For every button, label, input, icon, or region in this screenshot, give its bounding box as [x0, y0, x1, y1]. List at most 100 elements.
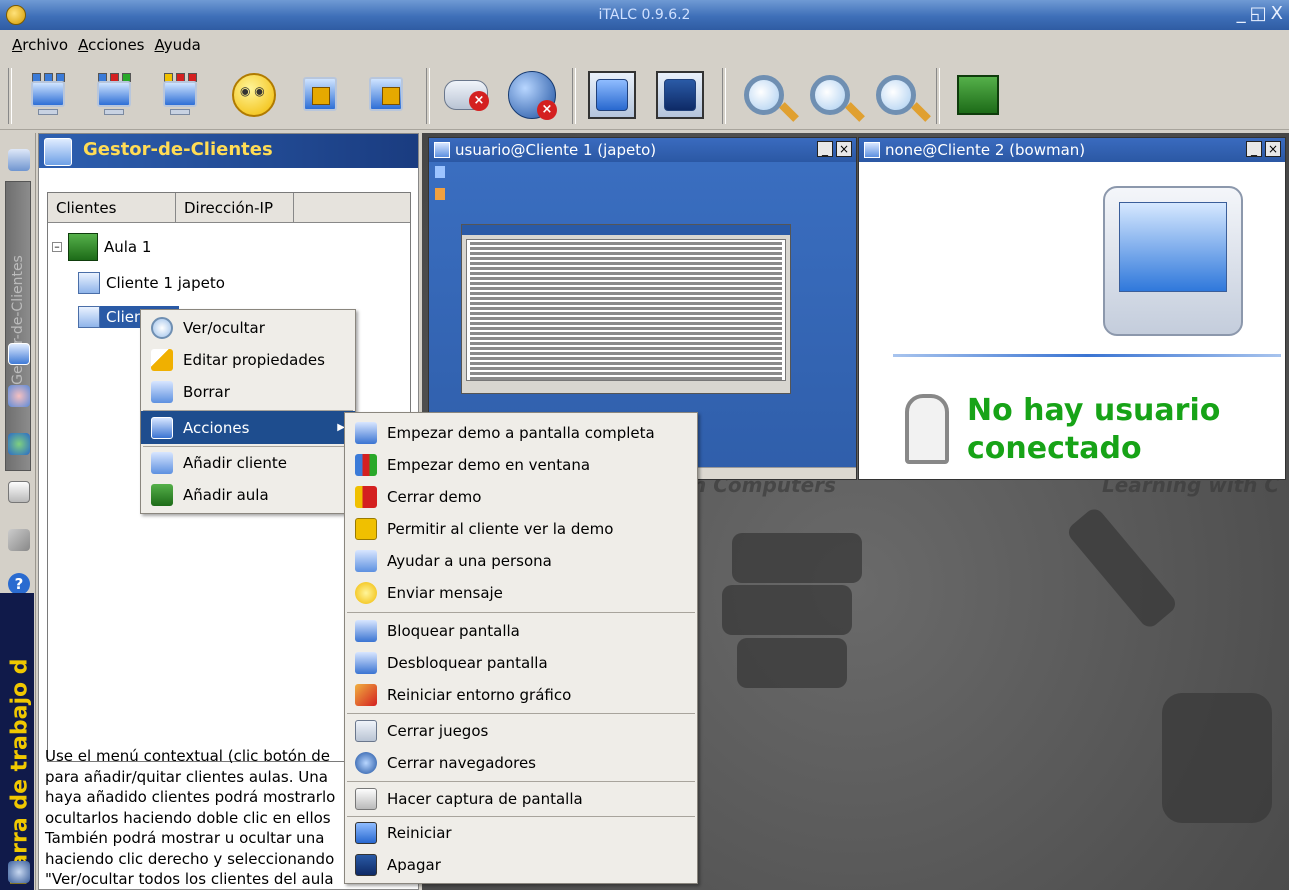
menu-item-borrar[interactable]: Borrar	[141, 376, 355, 408]
allow-demo-icon	[355, 518, 377, 540]
lock-screen-button[interactable]	[292, 66, 348, 124]
stop-demo-icon	[158, 73, 202, 117]
submenu-item-screenshot[interactable]: Hacer captura de pantalla	[345, 783, 697, 815]
menu-item-anadir-aula[interactable]: Añadir aula	[141, 479, 355, 511]
submenu-item-close-demo[interactable]: Cerrar demo	[345, 481, 697, 513]
users-icon[interactable]	[8, 385, 30, 407]
kill-games-button[interactable]: ×	[438, 66, 494, 124]
minimize-icon[interactable]: _	[817, 141, 833, 157]
toolbar: × ×	[0, 62, 1289, 130]
monitor-icon	[864, 142, 880, 158]
monitor-icon	[151, 416, 173, 439]
submenu-item-demo-window[interactable]: Empezar demo en ventana	[345, 449, 697, 481]
tree-item-cliente-1[interactable]: Cliente 1 japeto	[78, 272, 225, 294]
tools-icon[interactable]	[8, 529, 30, 551]
left-sidebar: Gestor-de-Clientes ? Barra de trabajo d	[0, 133, 36, 890]
restart-x-icon	[355, 684, 377, 706]
client-icon	[78, 272, 100, 294]
delete-icon	[151, 381, 173, 403]
client-manager-icon	[44, 138, 72, 166]
power-off-icon	[355, 854, 377, 876]
submenu-item-help-person[interactable]: Ayudar a una persona	[345, 545, 697, 577]
tab-gestor-de-clientes[interactable]: Gestor-de-Clientes	[5, 181, 31, 471]
close-icon[interactable]: ×	[836, 141, 852, 157]
zoom-out-button[interactable]	[868, 66, 924, 124]
menu-item-anadir-cliente[interactable]: Añadir cliente	[141, 447, 355, 479]
window-demo-icon	[355, 454, 377, 476]
submenu-item-reboot[interactable]: Reiniciar	[345, 817, 697, 849]
client-window-2-titlebar[interactable]: none@Cliente 2 (bowman) _ ×	[859, 138, 1285, 162]
keys-icon	[905, 394, 949, 464]
fullscreen-demo-icon	[26, 73, 70, 117]
submenu-item-restart-x[interactable]: Reiniciar entorno gráfico	[345, 679, 697, 711]
kill-browsers-icon: ×	[508, 71, 557, 120]
maximize-button[interactable]: ◱	[1250, 4, 1267, 24]
minimize-icon[interactable]: _	[1246, 141, 1262, 157]
menu-archivo[interactable]: Archivo	[12, 36, 68, 54]
lock-screen-icon	[298, 73, 342, 117]
menu-item-editar-propiedades[interactable]: Editar propiedades	[141, 344, 355, 376]
overview-button[interactable]	[736, 66, 792, 124]
column-clientes[interactable]: Clientes	[48, 193, 176, 222]
menu-bar: Archivo Acciones Ayuda	[0, 30, 1289, 60]
close-button[interactable]: X	[1271, 4, 1283, 24]
classroom-icon	[957, 75, 999, 115]
submenu-item-power-off[interactable]: Apagar	[345, 849, 697, 881]
submenu-item-allow-demo[interactable]: Permitir al cliente ver la demo	[345, 513, 697, 545]
unlock-screen-button[interactable]	[358, 66, 414, 124]
context-menu: Ver/ocultar Editar propiedades Borrar Ac…	[140, 309, 356, 514]
stop-demo-icon	[355, 486, 377, 508]
edit-pencil-icon	[151, 349, 173, 371]
globe-icon	[355, 752, 377, 774]
submenu-item-lock[interactable]: Bloquear pantalla	[345, 615, 697, 647]
monitor-magnifier-icon	[1103, 186, 1243, 336]
window-demo-button[interactable]	[86, 66, 142, 124]
column-ip[interactable]: Dirección-IP	[176, 193, 294, 222]
lock-icon	[355, 620, 377, 642]
workbar-icon[interactable]	[8, 861, 30, 883]
camera-icon[interactable]	[8, 481, 30, 503]
menu-item-ver-ocultar[interactable]: Ver/ocultar	[141, 312, 355, 344]
zoom-in-button[interactable]	[802, 66, 858, 124]
send-message-button[interactable]	[226, 66, 282, 124]
actions-submenu: Empezar demo a pantalla completa Empezar…	[344, 412, 698, 884]
chat-icon[interactable]	[8, 433, 30, 455]
menu-item-acciones[interactable]: Acciones ▶	[141, 411, 355, 444]
panel-title: Gestor-de-Clientes	[39, 134, 418, 168]
submenu-item-send-message[interactable]: Enviar mensaje	[345, 577, 697, 609]
books-graphic	[732, 533, 862, 583]
add-classroom-icon	[151, 484, 173, 506]
menu-acciones[interactable]: Acciones	[78, 36, 144, 54]
monitor-icon	[434, 142, 450, 158]
client-window-2[interactable]: none@Cliente 2 (bowman) _ × No hay usuari…	[858, 137, 1286, 480]
overview-icon	[744, 75, 784, 115]
minimize-button[interactable]: _	[1237, 4, 1246, 24]
fullscreen-demo-icon	[355, 422, 377, 444]
client-window-1-titlebar[interactable]: usuario@Cliente 1 (japeto) _ ×	[429, 138, 856, 162]
reboot-icon	[355, 822, 377, 844]
power-off-button[interactable]	[652, 66, 708, 124]
classroom-button[interactable]	[950, 66, 1006, 124]
menu-ayuda[interactable]: Ayuda	[154, 36, 200, 54]
kill-browsers-button[interactable]: ×	[504, 66, 560, 124]
monitor-graphic	[1162, 693, 1272, 823]
reboot-button[interactable]	[584, 66, 640, 124]
submenu-item-demo-fullscreen[interactable]: Empezar demo a pantalla completa	[345, 417, 697, 449]
unlock-icon	[355, 652, 377, 674]
reboot-icon	[588, 71, 636, 119]
fullscreen-demo-button[interactable]	[20, 66, 76, 124]
notebook-icon[interactable]	[8, 149, 30, 171]
submenu-item-unlock[interactable]: Desbloquear pantalla	[345, 647, 697, 679]
submenu-item-close-browsers[interactable]: Cerrar navegadores	[345, 747, 697, 779]
close-icon[interactable]: ×	[1265, 141, 1281, 157]
client-manager-icon[interactable]	[8, 343, 30, 365]
zoom-out-icon	[876, 75, 916, 115]
client-icon	[78, 306, 100, 328]
submenu-item-close-games[interactable]: Cerrar juegos	[345, 715, 697, 747]
gamepad-icon	[355, 720, 377, 742]
tree-item-aula[interactable]: – Aula 1	[52, 233, 151, 261]
workbar-label: Barra de trabajo d	[0, 593, 34, 890]
camera-icon	[355, 788, 377, 810]
remote-terminal	[461, 224, 791, 394]
stop-demo-button[interactable]	[152, 66, 208, 124]
